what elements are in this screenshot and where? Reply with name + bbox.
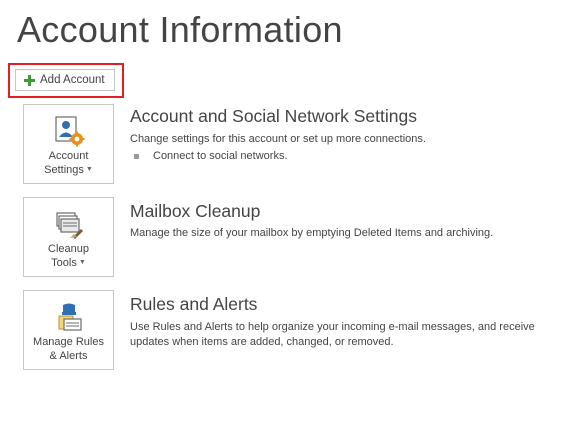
account-settings-label: Account Settings ▼: [44, 150, 93, 176]
cleanup-tools-icon: [55, 212, 83, 239]
bullet-square-icon: [134, 153, 139, 159]
account-settings-title: Account and Social Network Settings: [130, 106, 417, 126]
add-account-label: Add Account: [40, 74, 105, 86]
social-networks-link[interactable]: Connect to social networks.: [153, 150, 288, 162]
mailbox-cleanup-description: Manage the size of your mailbox by empty…: [130, 227, 494, 239]
account-settings-icon: [54, 116, 84, 147]
cleanup-tools-label: Cleanup Tools ▼: [48, 243, 89, 269]
rules-alerts-description: Use Rules and Alerts to help organize yo…: [130, 321, 535, 348]
manage-rules-alerts-label: Manage Rules & Alerts: [33, 336, 104, 362]
manage-rules-alerts-button[interactable]: Manage Rules & Alerts: [23, 290, 114, 370]
account-settings-button[interactable]: Account Settings ▼: [23, 104, 114, 184]
plus-icon: [24, 74, 35, 86]
rules-alerts-title: Rules and Alerts: [130, 294, 258, 314]
chevron-down-icon: ▼: [78, 259, 86, 267]
mailbox-cleanup-title: Mailbox Cleanup: [130, 201, 261, 221]
rules-alerts-icon: [58, 303, 82, 331]
cleanup-tools-button[interactable]: Cleanup Tools ▼: [23, 197, 114, 277]
page-title: Account Information: [17, 9, 343, 50]
chevron-down-icon: ▼: [85, 166, 93, 174]
add-account-button[interactable]: Add Account: [15, 69, 115, 91]
social-networks-bullet: Connect to social networks.: [134, 150, 288, 162]
account-settings-description: Change settings for this account or set …: [130, 133, 426, 145]
